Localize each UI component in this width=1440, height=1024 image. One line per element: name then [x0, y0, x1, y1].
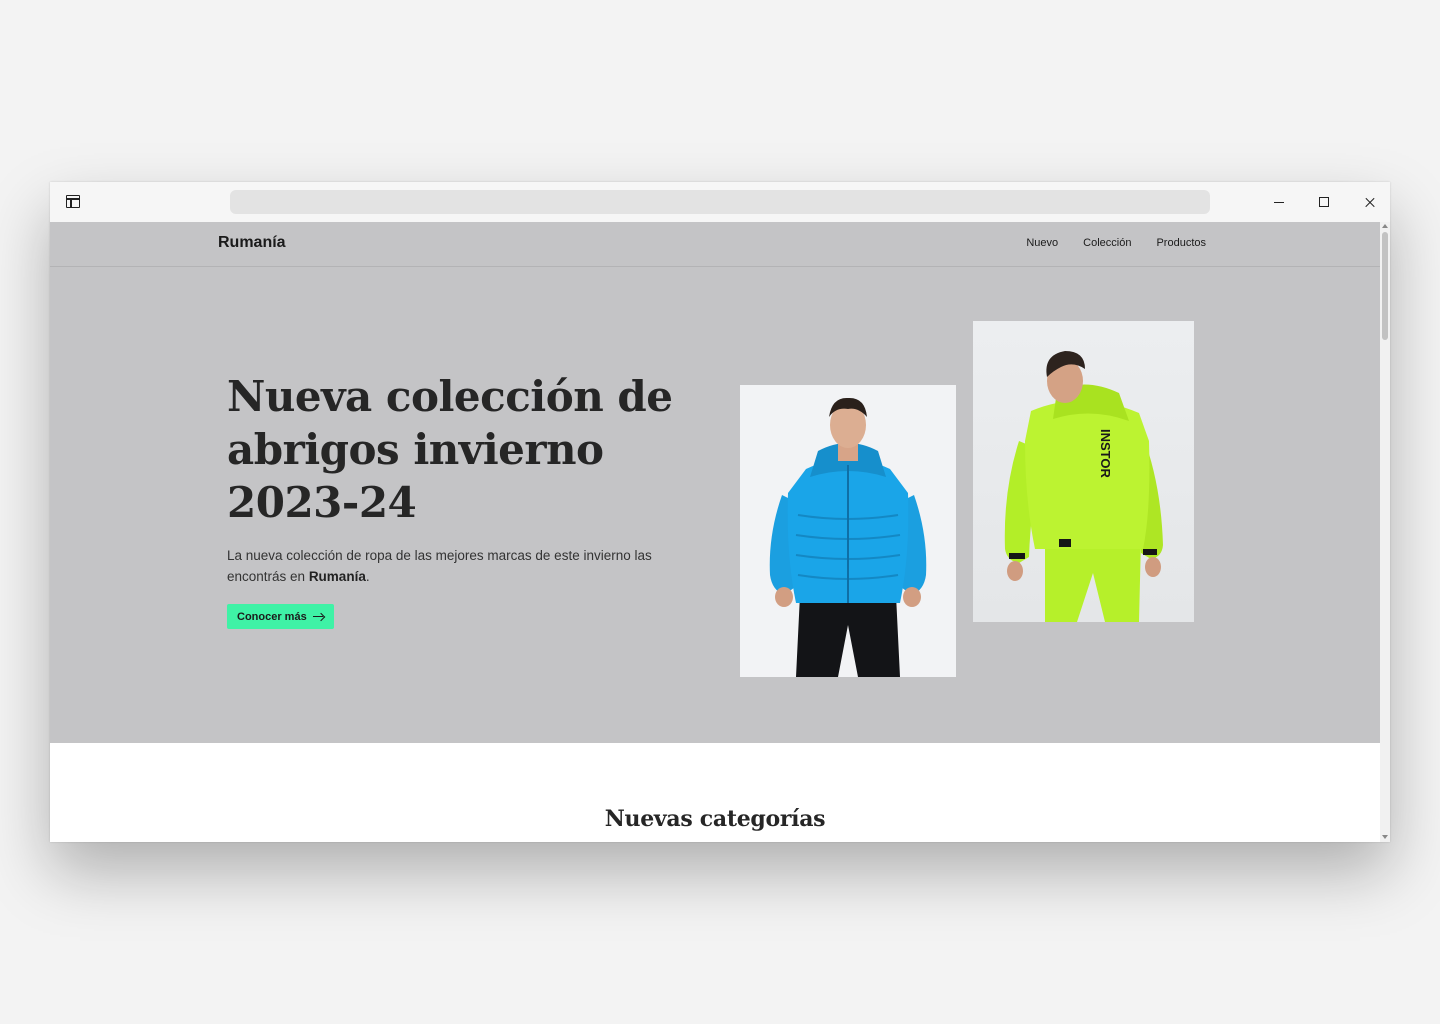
green-jacket-model-image: INSTOR	[1004, 351, 1163, 622]
arrow-right-icon	[312, 613, 324, 621]
vertical-scrollbar[interactable]	[1380, 222, 1390, 842]
nav-link-nuevo[interactable]: Nuevo	[1026, 237, 1058, 249]
top-nav: Rumanía Nuevo Colección Productos	[50, 222, 1380, 267]
nav-link-coleccion[interactable]: Colección	[1083, 237, 1131, 249]
title-bar	[50, 182, 1390, 222]
address-bar[interactable]	[230, 190, 1210, 214]
brand-logo[interactable]: Rumanía	[218, 234, 286, 252]
green-jacket-photo: INSTOR	[973, 321, 1194, 622]
maximize-icon[interactable]	[1314, 192, 1334, 212]
hero-section: Rumanía Nuevo Colección Productos Nueva …	[50, 222, 1380, 743]
scroll-down-icon[interactable]	[1382, 835, 1388, 839]
conocer-mas-button[interactable]: Conocer más	[227, 604, 334, 629]
browser-window: Rumanía Nuevo Colección Productos Nueva …	[50, 182, 1390, 842]
minimize-icon[interactable]	[1269, 192, 1289, 212]
hero-title: Nueva colección de abrigos invierno 2023…	[227, 372, 673, 527]
nav-link-productos[interactable]: Productos	[1156, 237, 1206, 249]
scroll-up-icon[interactable]	[1382, 224, 1388, 228]
svg-text:INSTOR: INSTOR	[1098, 429, 1113, 478]
hero-subtitle-end: .	[365, 569, 370, 584]
close-icon[interactable]	[1360, 192, 1380, 212]
hero-subtitle-brand: Rumanía	[308, 569, 366, 584]
blue-jacket-model-image	[769, 397, 927, 677]
scrollbar-thumb[interactable]	[1382, 232, 1388, 340]
blue-jacket-photo	[740, 385, 956, 677]
page-viewport: Rumanía Nuevo Colección Productos Nueva …	[50, 222, 1390, 842]
hero-subtitle-text: La nueva colección de ropa de las mejore…	[227, 548, 652, 584]
cta-label: Conocer más	[237, 610, 307, 623]
hero-subtitle: La nueva colección de ropa de las mejore…	[227, 545, 697, 587]
window-layout-icon[interactable]	[66, 195, 80, 208]
nav-links: Nuevo Colección Productos	[1026, 237, 1206, 249]
categories-heading: Nuevas categorías	[604, 806, 826, 832]
